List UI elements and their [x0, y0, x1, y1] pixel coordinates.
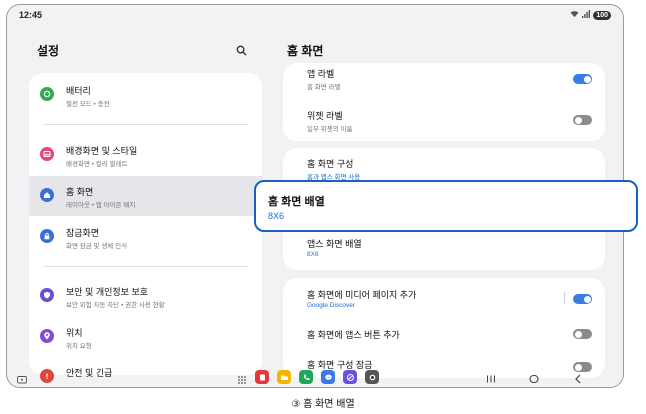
media-page-title: 홈 화면에 미디어 페이지 추가 [307, 290, 417, 300]
app-label-toggle[interactable] [573, 74, 592, 84]
app-grid-icon[interactable] [237, 372, 247, 384]
messages-app-icon[interactable] [321, 370, 335, 384]
media-page-toggle[interactable] [573, 294, 592, 304]
wifi-icon [570, 10, 579, 20]
page-title: 홈 화면 [287, 44, 324, 58]
sidebar-item-label: 잠금화면 [66, 228, 100, 238]
battery-icon [40, 87, 54, 101]
status-icons: 100 [570, 10, 611, 20]
home-button-icon[interactable] [528, 372, 540, 384]
sidebar-item-label: 홈 화면 [66, 187, 94, 197]
status-bar: 12:45 100 [7, 5, 623, 27]
divider [43, 124, 248, 125]
sidebar-item-sub: 위치 요청 [66, 343, 92, 350]
widget-label-toggle[interactable] [573, 115, 592, 125]
navigation-bar [7, 367, 623, 387]
sidebar-item-sub: 레이아웃 • 앱 아이콘 배지 [66, 202, 136, 209]
status-time: 12:45 [19, 10, 43, 20]
settings-list: 배터리 절전 모드 • 충전 배경화면 및 스타일 배경화면 • 컬러 팔레트 … [29, 73, 262, 383]
sidebar-item-home-screen[interactable]: 홈 화면 레이아웃 • 앱 아이콘 배지 [29, 176, 262, 216]
recent-apps-icon[interactable] [485, 372, 497, 384]
sidebar-item-sub: 절전 모드 • 충전 [66, 101, 110, 108]
home-options-card: 홈 화면에 미디어 페이지 추가 Google Discover 홈 화면에 앱… [283, 278, 605, 378]
app-dock [237, 370, 379, 384]
battery-badge: 100 [593, 10, 611, 20]
home-icon [40, 188, 54, 202]
divider [43, 266, 248, 267]
divider [564, 292, 565, 304]
keyboard-icon[interactable] [17, 372, 27, 384]
settings-title: 설정 [37, 44, 60, 58]
figure-caption: ③ 홈 화면 배열 [291, 399, 355, 410]
back-icon[interactable] [572, 372, 584, 384]
signal-icon [582, 10, 591, 20]
media-page-sub[interactable]: Google Discover [307, 302, 355, 309]
sidebar-item-label: 위치 [66, 328, 83, 338]
phone-app-icon[interactable] [299, 370, 313, 384]
apps-button-title: 홈 화면에 앱스 버튼 추가 [307, 330, 400, 340]
location-pin-icon [40, 329, 54, 343]
home-grid-title: 홈 화면 배열 [268, 196, 325, 208]
sidebar-item-lock-screen[interactable]: 잠금화면 화면 잠금 및 생체 인식 [29, 217, 262, 257]
internet-app-icon[interactable] [343, 370, 357, 384]
apps-grid-sub: 8X6 [307, 251, 319, 258]
widget-label-title: 위젯 라벨 [307, 111, 343, 121]
label-settings-card: 앱 라벨 홈 화면 라벨 위젯 라벨 일부 위젯의 이름 [283, 63, 605, 141]
lock-icon [40, 229, 54, 243]
app-label-sub: 홈 화면 라벨 [307, 84, 341, 91]
search-icon[interactable] [236, 43, 247, 56]
folder-app-icon[interactable] [277, 370, 291, 384]
sidebar-item-sub: 배경화면 • 컬러 팔레트 [66, 161, 128, 168]
sidebar-item-label: 배경화면 및 스타일 [66, 146, 138, 156]
home-grid-highlight[interactable]: 홈 화면 배열 8X6 [254, 180, 638, 232]
sidebar-item-security[interactable]: 보안 및 개인정보 보호 보안 위험 자동 차단 • 권한 사용 현황 [29, 276, 262, 316]
sidebar-item-battery[interactable]: 배터리 절전 모드 • 충전 [29, 75, 262, 115]
app-label-title: 앱 라벨 [307, 69, 335, 79]
sidebar-item-sub: 보안 위험 자동 차단 • 권한 사용 현황 [66, 302, 165, 309]
sidebar-item-sub: 화면 잠금 및 생체 인식 [66, 243, 128, 250]
apps-grid-title[interactable]: 앱스 화면 배열 [307, 237, 362, 250]
camera-app-icon[interactable] [365, 370, 379, 384]
home-grid-value: 8X6 [268, 211, 285, 221]
notes-app-icon[interactable] [255, 370, 269, 384]
widget-label-sub: 일부 위젯의 이름 [307, 126, 353, 133]
shield-icon [40, 288, 54, 302]
image-icon [40, 147, 54, 161]
sidebar-item-label: 배터리 [66, 86, 91, 96]
sidebar-item-location[interactable]: 위치 위치 요청 [29, 317, 262, 357]
apps-button-toggle[interactable] [573, 329, 592, 339]
sidebar-item-wallpaper[interactable]: 배경화면 및 스타일 배경화면 • 컬러 팔레트 [29, 135, 262, 175]
home-layout-title[interactable]: 홈 화면 구성 [307, 157, 353, 170]
sidebar-item-label: 보안 및 개인정보 보호 [66, 287, 149, 297]
